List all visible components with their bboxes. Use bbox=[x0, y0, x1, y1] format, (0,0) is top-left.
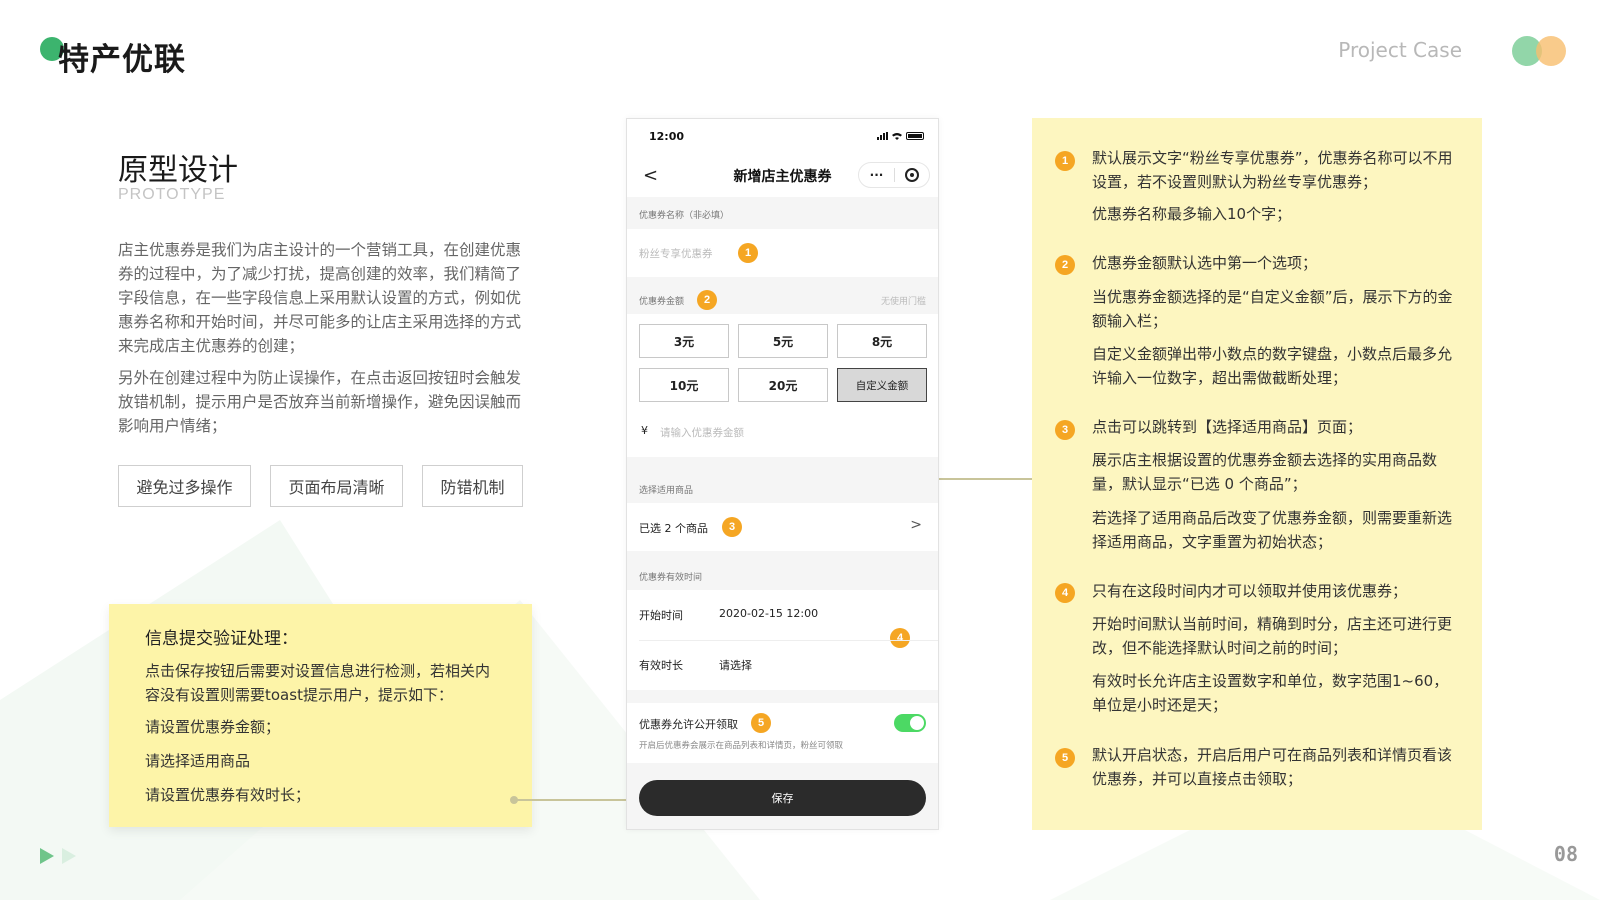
note-4b: 开始时间默认当前时间，精确到时分，店主还可进行更改，但不能选择默认时间之前的时间… bbox=[1092, 615, 1453, 657]
note-1a: 默认展示文字“粉丝专享优惠券”，优惠券名称可以不用设置，若不设置则默认为粉丝专享… bbox=[1092, 149, 1453, 191]
note-4c: 有效时长允许店主设置数字和单位，数字范围1~60，单位是小时还是天； bbox=[1092, 672, 1449, 714]
note-3c: 若选择了适用商品后改变了优惠券金额，则需要重新选择适用商品，文字重置为初始状态； bbox=[1092, 509, 1453, 551]
project-case-label: Project Case bbox=[1338, 38, 1462, 62]
badge-2: 2 bbox=[697, 290, 717, 310]
validation-note: 信息提交验证处理： 点击保存按钮后需要对设置信息进行检测，若相关内容没有设置则需… bbox=[109, 604, 532, 827]
nav-bar: < 新增店主优惠券 ··· bbox=[627, 153, 938, 197]
coupon-name-input[interactable]: 粉丝专享优惠券 bbox=[639, 246, 713, 261]
annotation-notes: 1 默认展示文字“粉丝专享优惠券”，优惠券名称可以不用设置，若不设置则默认为粉丝… bbox=[1032, 118, 1482, 830]
play-icon-faded bbox=[62, 848, 76, 864]
badge-4: 4 bbox=[890, 628, 910, 648]
goods-label: 选择适用商品 bbox=[639, 486, 694, 496]
badge-5: 5 bbox=[751, 713, 771, 733]
close-button[interactable] bbox=[895, 168, 929, 182]
section-subtitle: PROTOTYPE bbox=[118, 186, 226, 203]
start-time-label: 开始时间 bbox=[639, 609, 683, 622]
battery-icon bbox=[906, 132, 924, 140]
validation-note-desc: 点击保存按钮后需要对设置信息进行检测，若相关内容没有设置则需要toast提示用户… bbox=[145, 662, 491, 704]
goods-value: 已选 2 个商品 bbox=[639, 522, 708, 535]
note-badge-5: 5 bbox=[1055, 748, 1075, 768]
decorative-dots bbox=[1512, 36, 1568, 66]
tag-error-prevention: 防错机制 bbox=[422, 465, 523, 507]
note-badge-4: 4 bbox=[1055, 583, 1075, 603]
public-claim-toggle[interactable] bbox=[894, 714, 926, 732]
miniprogram-capsule: ··· bbox=[858, 162, 930, 188]
validation-item: 请设置优惠券有效时长； bbox=[145, 786, 311, 804]
note-badge-2: 2 bbox=[1055, 255, 1075, 275]
note-4a: 只有在这段时间内才可以领取并使用该优惠券； bbox=[1092, 582, 1408, 600]
brand-title: 特产优联 bbox=[58, 42, 186, 78]
amount-option-20[interactable]: 20元 bbox=[738, 368, 828, 402]
tag-clear-layout: 页面布局清晰 bbox=[270, 465, 403, 507]
note-3b: 展示店主根据设置的优惠券金额去选择的实用商品数量，默认显示“已选 0 个商品”； bbox=[1092, 451, 1438, 493]
error-prevention-paragraph: 另外在创建过程中为防止误操作，在点击返回按钮时会触发放错机制，提示用户是否放弃当… bbox=[118, 369, 522, 435]
section-title: 原型设计 bbox=[118, 153, 238, 188]
coupon-name-row: 粉丝专享优惠券 1 bbox=[627, 229, 938, 277]
signal-icon bbox=[877, 132, 888, 140]
more-button[interactable]: ··· bbox=[859, 168, 894, 182]
intro-paragraph: 店主优惠券是我们为店主设计的一个营销工具，在创建优惠券的过程中，为了减少打扰，提… bbox=[118, 241, 522, 355]
amount-hint: 无使用门槛 bbox=[880, 297, 926, 307]
amount-panel: 3元 5元 8元 10元 20元 自定义金额 ¥ 请输入优惠券金额 bbox=[627, 314, 938, 457]
note-2a: 优惠券金额默认选中第一个选项； bbox=[1092, 254, 1318, 272]
public-claim-row: 优惠券允许公开领取 5 开启后优惠券会展示在商品列表和详情页，粉丝可领取 bbox=[627, 703, 938, 763]
tag-avoid-operations: 避免过多操作 bbox=[118, 465, 251, 507]
public-claim-desc: 开启后优惠券会展示在商品列表和详情页，粉丝可领取 bbox=[639, 741, 844, 751]
amount-option-5[interactable]: 5元 bbox=[738, 324, 828, 358]
amount-option-custom[interactable]: 自定义金额 bbox=[837, 368, 927, 402]
currency-symbol: ¥ bbox=[641, 424, 648, 437]
play-icon bbox=[40, 848, 54, 864]
amount-option-8[interactable]: 8元 bbox=[837, 324, 927, 358]
note-badge-1: 1 bbox=[1055, 151, 1075, 171]
duration-value[interactable]: 请选择 bbox=[719, 657, 752, 673]
badge-3: 3 bbox=[722, 517, 742, 537]
note-2b: 当优惠券金额选择的是“自定义金额”后，展示下方的金额输入栏； bbox=[1092, 288, 1453, 330]
note-5a: 默认开启状态，开启后用户可在商品列表和详情页看该优惠券，并可以直接点击领取； bbox=[1092, 746, 1453, 788]
validity-panel: 开始时间 2020-02-15 12:00 4 有效时长 请选择 bbox=[627, 590, 938, 690]
phone-mockup: 12:00 < 新增店主优惠券 ··· 优惠券名称（非必填） 粉丝专享优惠券 1 bbox=[626, 118, 939, 830]
validation-item: 请设置优惠券金额； bbox=[145, 718, 281, 736]
note-3a: 点击可以跳转到【选择适用商品】页面； bbox=[1092, 418, 1363, 436]
connector-dot bbox=[510, 796, 518, 804]
note-2c: 自定义金额弹出带小数点的数字键盘，小数点后最多允许输入一位数字，超出需做截断处理… bbox=[1092, 345, 1453, 387]
note-1b: 优惠券名称最多输入10个字； bbox=[1092, 205, 1292, 223]
status-time: 12:00 bbox=[649, 130, 685, 143]
validation-note-title: 信息提交验证处理： bbox=[145, 629, 298, 649]
save-button[interactable]: 保存 bbox=[639, 780, 926, 816]
validity-label: 优惠券有效时间 bbox=[639, 573, 703, 583]
coupon-amount-label: 优惠券金额 bbox=[639, 297, 685, 307]
coupon-name-label: 优惠券名称（非必填） bbox=[639, 211, 730, 221]
amount-option-10[interactable]: 10元 bbox=[639, 368, 729, 402]
public-claim-label: 优惠券允许公开领取 bbox=[639, 718, 738, 731]
validation-item: 请选择适用商品 bbox=[145, 752, 251, 770]
custom-amount-input[interactable]: 请输入优惠券金额 bbox=[660, 425, 744, 440]
chevron-right-icon: > bbox=[910, 517, 922, 533]
status-icons bbox=[877, 132, 924, 140]
status-bar: 12:00 bbox=[627, 119, 938, 153]
wifi-icon bbox=[892, 133, 902, 140]
amount-option-3[interactable]: 3元 bbox=[639, 324, 729, 358]
duration-label: 有效时长 bbox=[639, 659, 683, 672]
page-number: 08 bbox=[1553, 842, 1578, 866]
goods-row[interactable]: 已选 2 个商品 3 > bbox=[627, 503, 938, 551]
note-badge-3: 3 bbox=[1055, 420, 1075, 440]
badge-1: 1 bbox=[738, 243, 758, 263]
start-time-value[interactable]: 2020-02-15 12:00 bbox=[719, 607, 818, 620]
close-circle-icon bbox=[904, 168, 919, 182]
